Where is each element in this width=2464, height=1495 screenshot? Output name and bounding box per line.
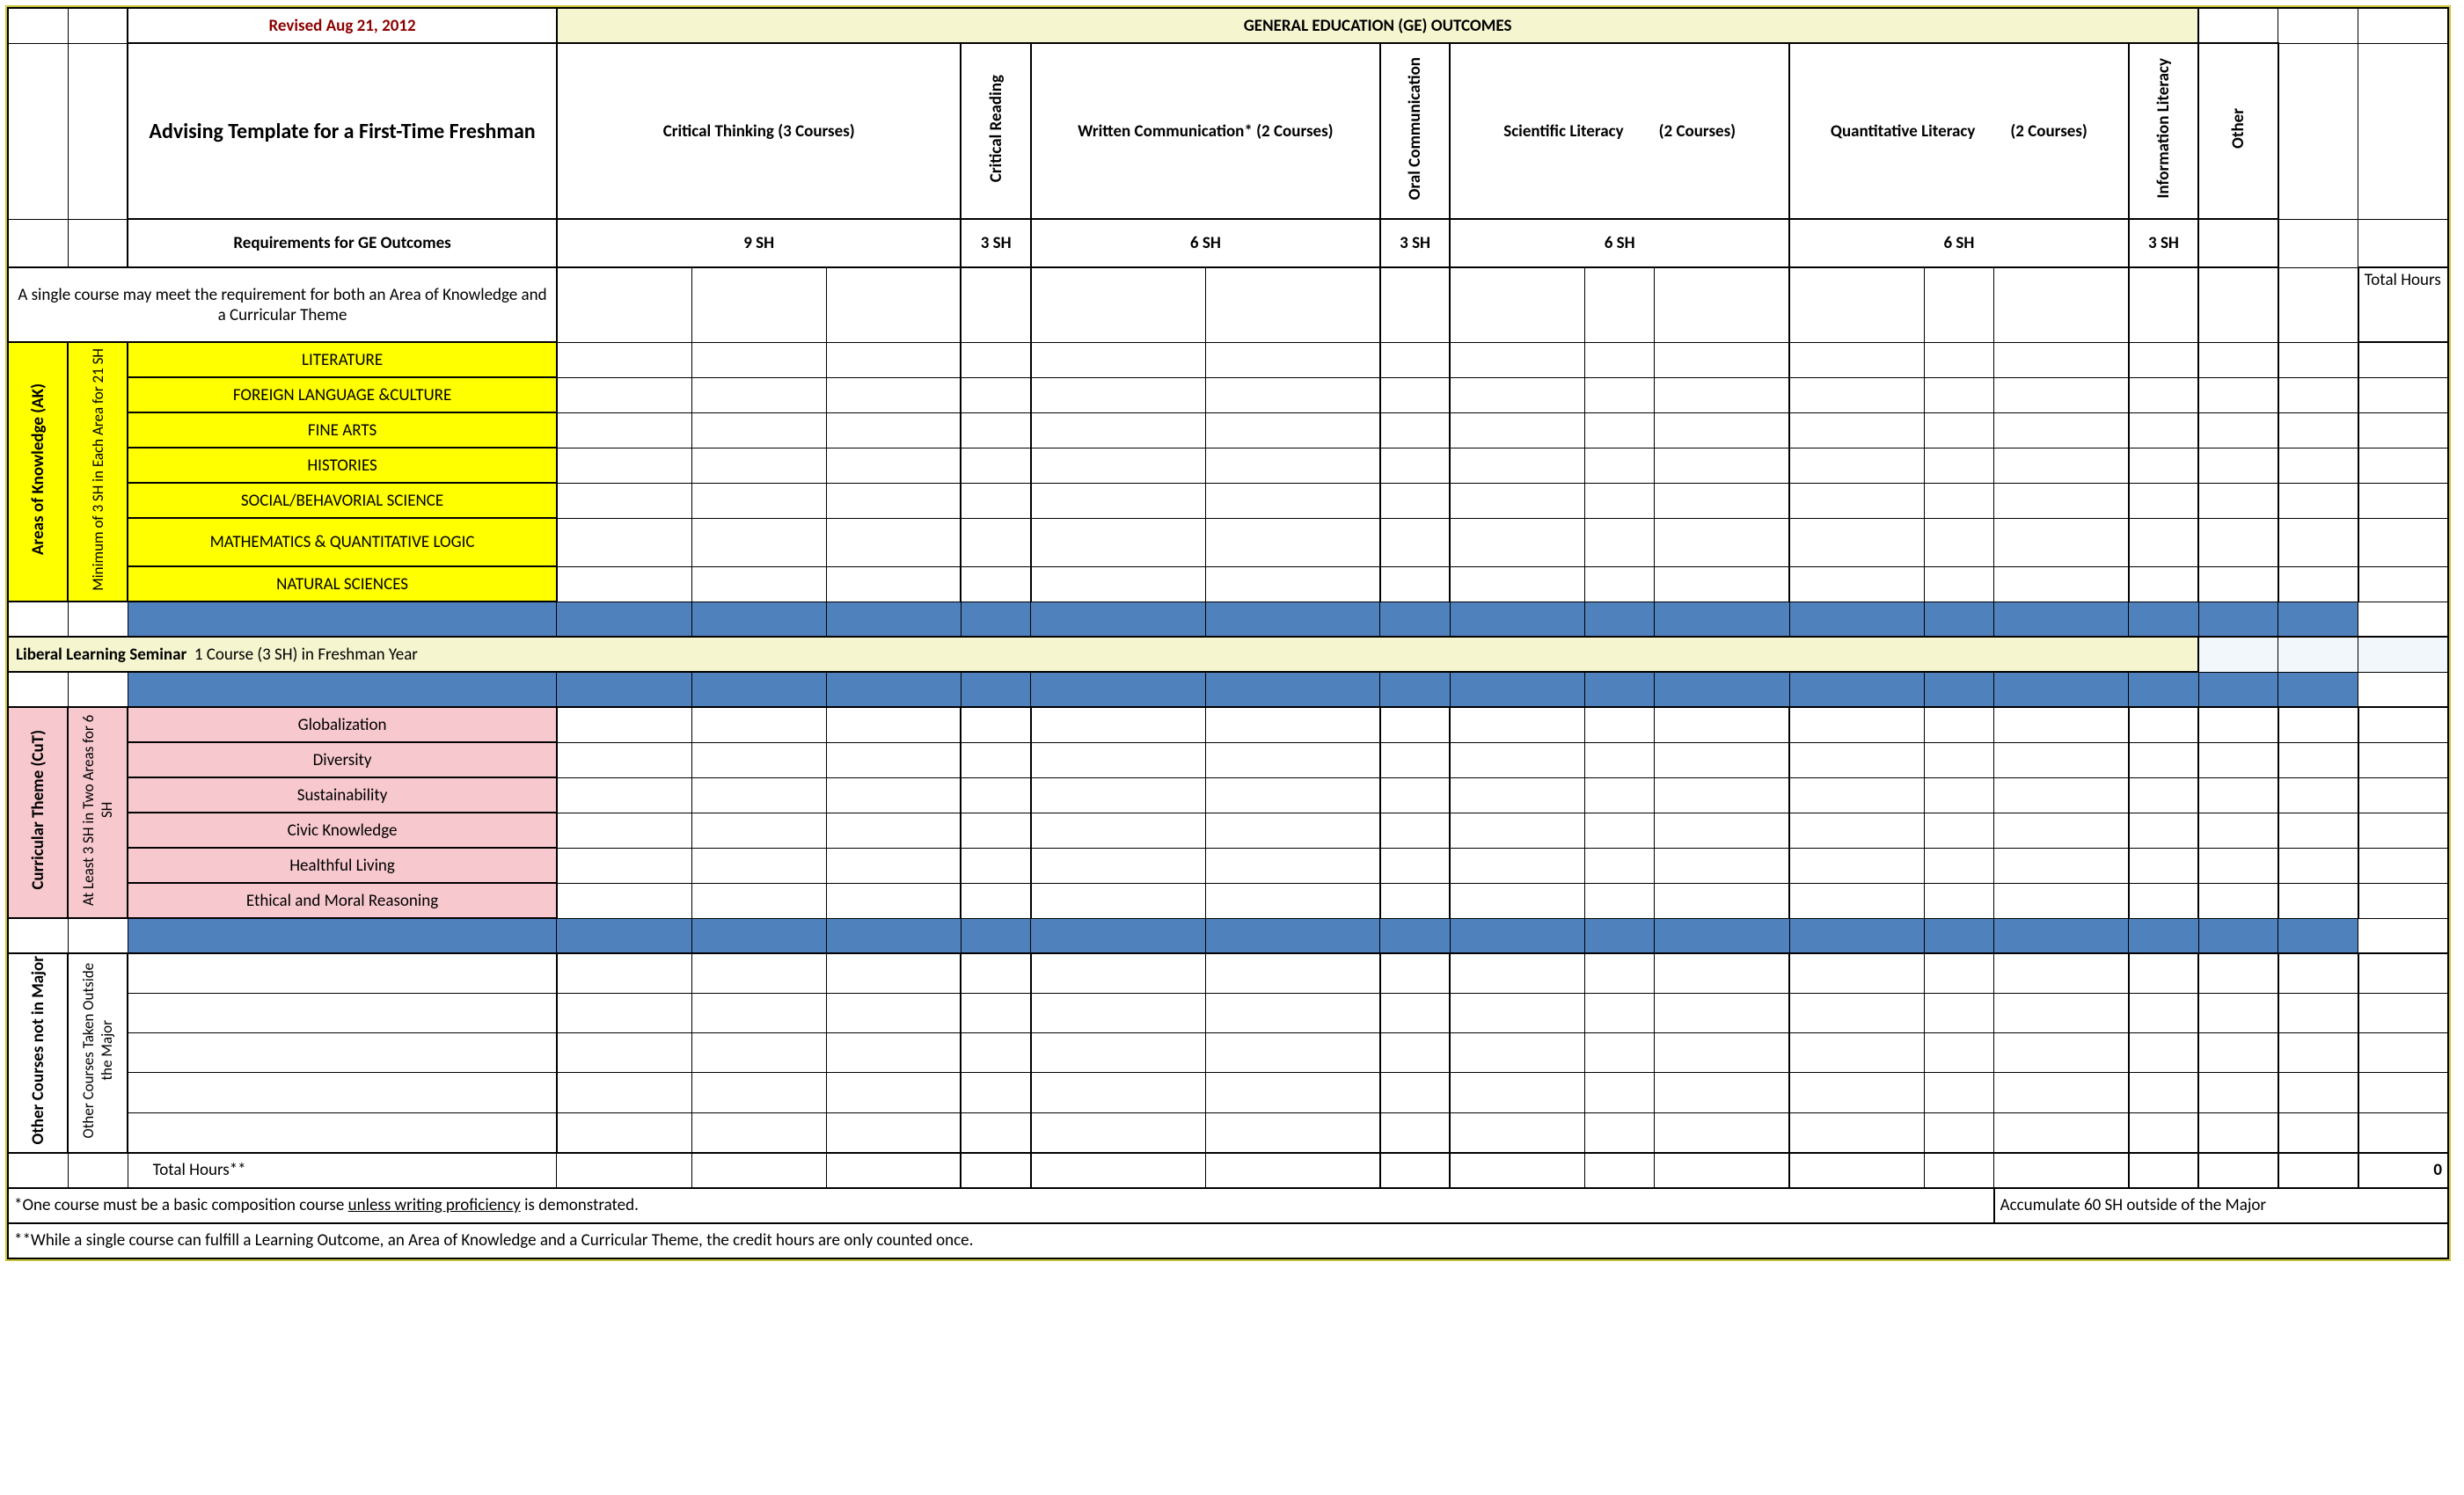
sh-9: 9 SH	[557, 219, 961, 267]
revised-date: Revised Aug 21, 2012	[128, 8, 557, 43]
footnote-2: **While a single course can fulfill a Le…	[8, 1223, 2448, 1258]
col-other: Other	[2198, 43, 2278, 219]
col-oral-comm: Oral Communication	[1380, 43, 1450, 219]
ak-natural-sci: NATURAL SCIENCES	[128, 566, 557, 602]
cut-diversity: Diversity	[128, 742, 557, 777]
other-courses-note: Other Courses Taken Outside the Major	[68, 953, 128, 1153]
total-hours-label: Total Hours**	[128, 1153, 557, 1188]
ak-math-quant: MATHEMATICS & QUANTITATIVE LOGIC	[128, 518, 557, 566]
col-critical-thinking: Critical Thinking (3 Courses)	[557, 43, 961, 219]
col-info-literacy: Information Literacy	[2129, 43, 2198, 219]
ak-foreign-lang: FOREIGN LANGUAGE &CULTURE	[128, 377, 557, 412]
footnote-accumulate: Accumulate 60 SH outside of the Major	[1994, 1188, 2448, 1223]
note-dual-credit: A single course may meet the requirement…	[8, 267, 557, 342]
ak-histories: HISTORIES	[128, 448, 557, 483]
cut-minimum: At Least 3 SH in Two Areas for 6 SH	[68, 707, 128, 918]
col-written-comm: Written Communication* (2 Courses)	[1031, 43, 1380, 219]
cut-ethical-moral: Ethical and Moral Reasoning	[128, 883, 557, 918]
ak-minimum: Minimum of 3 SH in Each Area for 21 SH	[68, 342, 128, 602]
sh-3c: 3 SH	[2129, 219, 2198, 267]
sh-6c: 6 SH	[1789, 219, 2129, 267]
ak-literature: LITERATURE	[128, 342, 557, 377]
cut-sustainability: Sustainability	[128, 777, 557, 813]
template-title: Advising Template for a First-Time Fresh…	[128, 43, 557, 219]
ak-social-science: SOCIAL/BEHAVORIAL SCIENCE	[128, 483, 557, 518]
ak-fine-arts: FINE ARTS	[128, 412, 557, 448]
lls-row: Liberal Learning Seminar 1 Course (3 SH)…	[8, 637, 2198, 672]
col-critical-reading: Critical Reading	[961, 43, 1030, 219]
total-hours-header: Total Hours	[2358, 267, 2448, 342]
cut-sidebar: Curricular Theme (CuT)	[8, 707, 68, 918]
sh-6a: 6 SH	[1031, 219, 1380, 267]
col-scientific-literacy: Scientific Literacy(2 Courses)	[1450, 43, 1789, 219]
other-courses-sidebar: Other Courses not in Major	[8, 953, 68, 1153]
sh-6b: 6 SH	[1450, 219, 1789, 267]
ak-sidebar: Areas of Knowledge (AK)	[8, 342, 68, 602]
cut-healthful-living: Healthful Living	[128, 848, 557, 883]
col-quant-literacy: Quantitative Literacy(2 Courses)	[1789, 43, 2129, 219]
cut-globalization: Globalization	[128, 707, 557, 742]
sh-3a: 3 SH	[961, 219, 1030, 267]
requirements-label: Requirements for GE Outcomes	[128, 219, 557, 267]
ge-outcomes-header: GENERAL EDUCATION (GE) OUTCOMES	[557, 8, 2198, 43]
sh-3b: 3 SH	[1380, 219, 1450, 267]
cut-civic-knowledge: Civic Knowledge	[128, 813, 557, 848]
total-hours-value: 0	[2358, 1153, 2448, 1188]
footnote-1: *One course must be a basic composition …	[8, 1188, 1994, 1223]
